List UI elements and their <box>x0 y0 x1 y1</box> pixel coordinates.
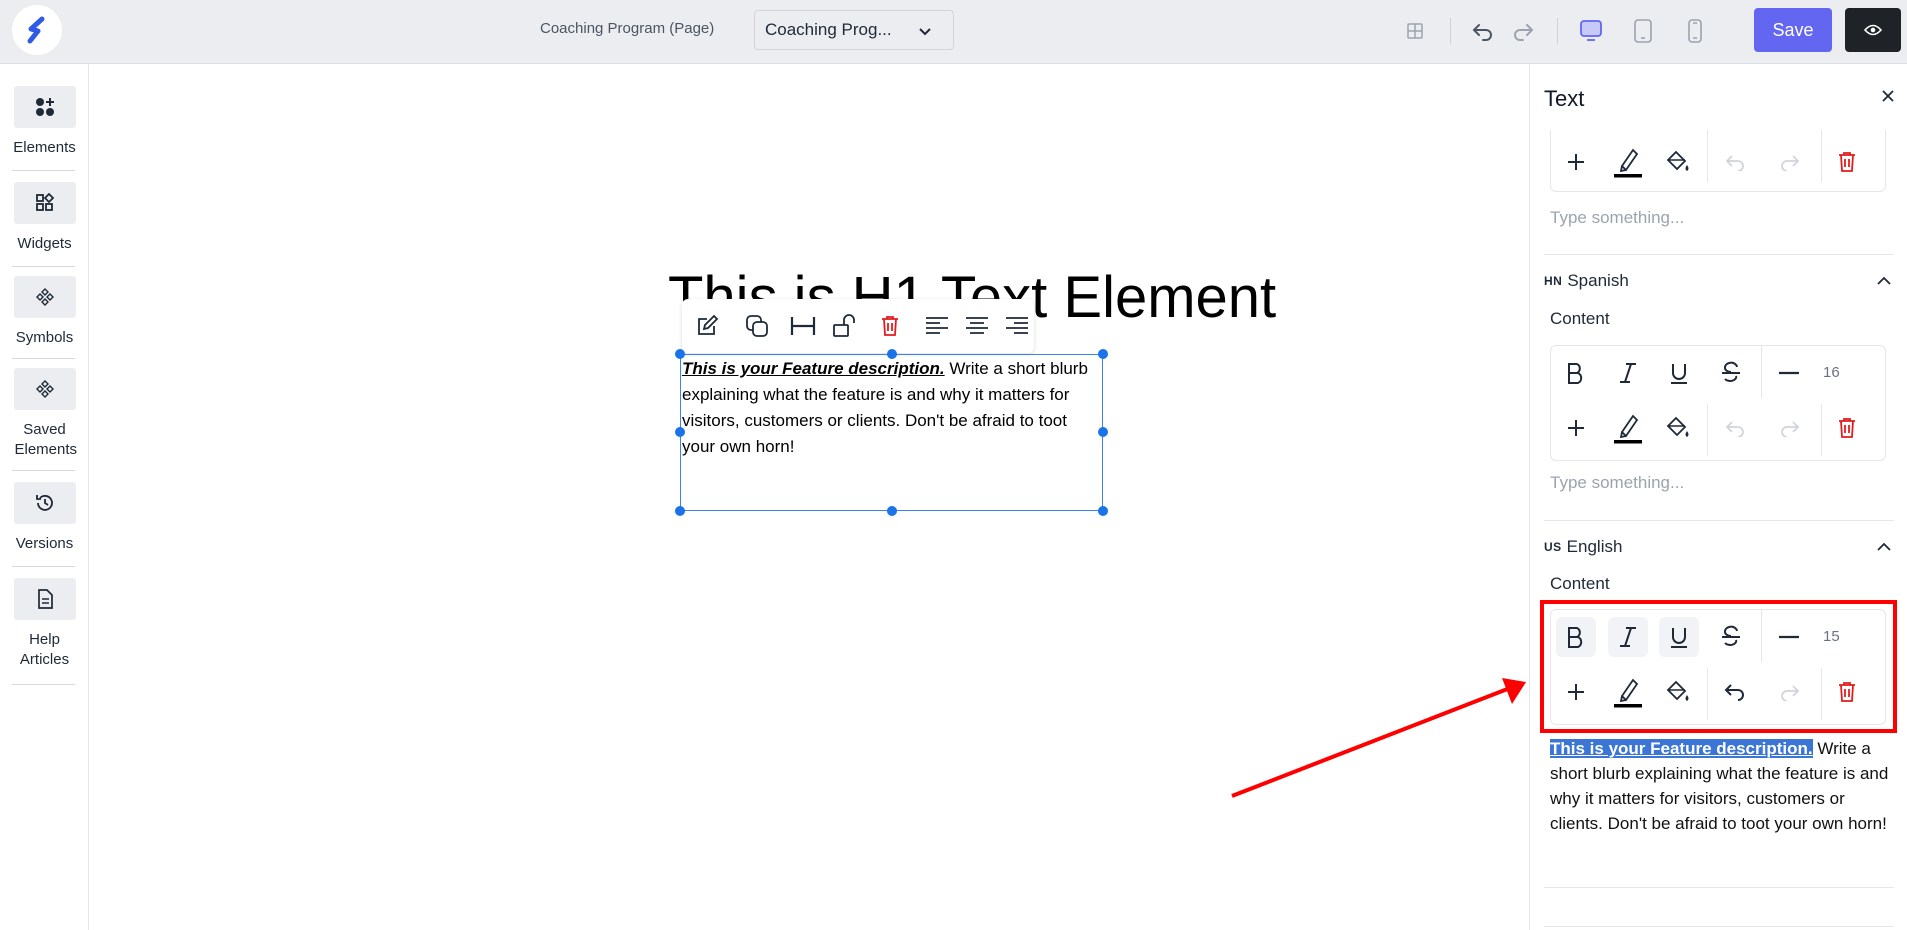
save-button[interactable]: Save <box>1754 8 1832 52</box>
lang-section-english[interactable]: US English <box>1544 537 1622 557</box>
sidebar-item-symbols[interactable]: Symbols <box>0 276 89 348</box>
sidebar-item-label: Elements <box>13 139 76 156</box>
feature-lead-text: This is your Feature description. <box>682 359 945 378</box>
add-icon[interactable] <box>1556 408 1596 448</box>
sidebar-item-saved-elements[interactable]: Saved Elements <box>0 368 89 460</box>
align-left-icon[interactable] <box>922 311 952 341</box>
text-input-english[interactable]: This is your Feature description. Write … <box>1550 736 1890 836</box>
chevron-up-icon[interactable] <box>1876 274 1892 292</box>
eye-icon <box>1864 24 1882 36</box>
annotation-highlight-box <box>1540 600 1897 733</box>
edit-icon[interactable] <box>692 311 722 341</box>
chevron-down-icon <box>919 28 931 36</box>
undo-icon[interactable] <box>1468 16 1498 46</box>
fill-color-icon[interactable] <box>1657 142 1697 182</box>
close-panel-button[interactable] <box>1880 88 1896 109</box>
sidebar-item-label: Versions <box>15 535 74 552</box>
sidebar-item-label: Help Articles <box>19 631 70 668</box>
add-icon[interactable] <box>1556 142 1596 182</box>
symbols-icon <box>35 288 54 306</box>
strikethrough-icon[interactable] <box>1711 353 1751 393</box>
resize-handle-bottom-right[interactable] <box>1098 506 1108 516</box>
element-toolbar <box>682 299 1034 353</box>
sidebar-item-label: Widgets <box>17 235 72 252</box>
undo-icon[interactable] <box>1716 408 1756 448</box>
tablet-view-icon[interactable] <box>1628 16 1658 46</box>
grid-icon[interactable] <box>1400 16 1430 46</box>
lang-name: Spanish <box>1567 271 1629 290</box>
redo-icon[interactable] <box>1769 408 1809 448</box>
underline-icon[interactable] <box>1659 353 1699 393</box>
resize-handle-bottom[interactable] <box>887 506 897 516</box>
delete-icon[interactable] <box>1827 408 1867 448</box>
history-icon <box>35 495 53 511</box>
app-logo[interactable] <box>12 5 62 55</box>
align-right-icon[interactable] <box>1002 311 1032 341</box>
left-sidebar: Elements Widgets Symbols Saved Elements … <box>0 64 89 930</box>
feature-description-text[interactable]: This is your Feature description. Write … <box>682 356 1102 460</box>
chevron-up-icon[interactable] <box>1876 540 1892 558</box>
italic-icon[interactable] <box>1608 353 1648 393</box>
sidebar-item-label: Saved Elements <box>14 421 78 458</box>
delete-icon[interactable] <box>875 311 905 341</box>
content-label: Content <box>1550 309 1610 328</box>
saved-elements-icon <box>35 380 54 398</box>
horizontal-rule-icon[interactable] <box>1769 353 1809 393</box>
width-icon[interactable] <box>788 311 818 341</box>
lang-code: US <box>1544 540 1562 554</box>
widgets-icon <box>35 192 54 211</box>
sidebar-item-help-articles[interactable]: Help Articles <box>0 578 89 670</box>
duplicate-icon[interactable] <box>742 311 772 341</box>
text-input-default[interactable]: Type something... <box>1550 208 1684 228</box>
rich-text-toolbar-default <box>1550 130 1886 192</box>
undo-icon[interactable] <box>1716 142 1756 182</box>
text-input-spanish[interactable]: Type something... <box>1550 473 1684 493</box>
mobile-view-icon[interactable] <box>1680 16 1710 46</box>
lang-name: English <box>1566 537 1623 556</box>
fill-color-icon[interactable] <box>1657 408 1697 448</box>
unlock-icon[interactable] <box>830 311 860 341</box>
rich-text-toolbar-spanish: 16 <box>1550 345 1886 461</box>
resize-handle-bottom-left[interactable] <box>675 506 685 516</box>
elements-icon <box>35 98 54 116</box>
selected-text: This is your Feature description. <box>1550 739 1813 758</box>
text-settings-panel: Text Type something... HN Spanish Content… <box>1529 64 1907 930</box>
lang-code: HN <box>1544 274 1563 288</box>
top-bar: Coaching Program (Page) Coaching Prog...… <box>0 0 1907 64</box>
redo-icon[interactable] <box>1508 16 1538 46</box>
sidebar-item-elements[interactable]: Elements <box>0 86 89 158</box>
redo-icon[interactable] <box>1769 142 1809 182</box>
align-center-icon[interactable] <box>962 311 992 341</box>
annotation-arrow-icon <box>1231 678 1526 798</box>
logo-icon <box>27 16 45 44</box>
panel-title: Text <box>1544 86 1585 111</box>
sidebar-item-versions[interactable]: Versions <box>0 482 89 554</box>
sidebar-item-label: Symbols <box>15 329 74 346</box>
close-icon <box>1882 90 1894 102</box>
delete-icon[interactable] <box>1827 142 1867 182</box>
content-label: Content <box>1550 574 1610 593</box>
lang-section-spanish[interactable]: HN Spanish <box>1544 271 1629 291</box>
page-select[interactable]: Coaching Prog... <box>754 10 954 50</box>
font-size-value[interactable]: 16 <box>1823 364 1840 381</box>
desktop-view-icon[interactable] <box>1576 16 1606 46</box>
page-name: Coaching Program (Page) <box>540 20 715 37</box>
text-color-icon[interactable] <box>1608 408 1648 448</box>
bold-icon[interactable] <box>1556 353 1596 393</box>
document-icon <box>37 589 53 609</box>
sidebar-item-widgets[interactable]: Widgets <box>0 182 89 254</box>
preview-button[interactable] <box>1845 8 1901 52</box>
page-select-value: Coaching Prog... <box>765 20 892 39</box>
text-color-icon[interactable] <box>1608 142 1648 182</box>
